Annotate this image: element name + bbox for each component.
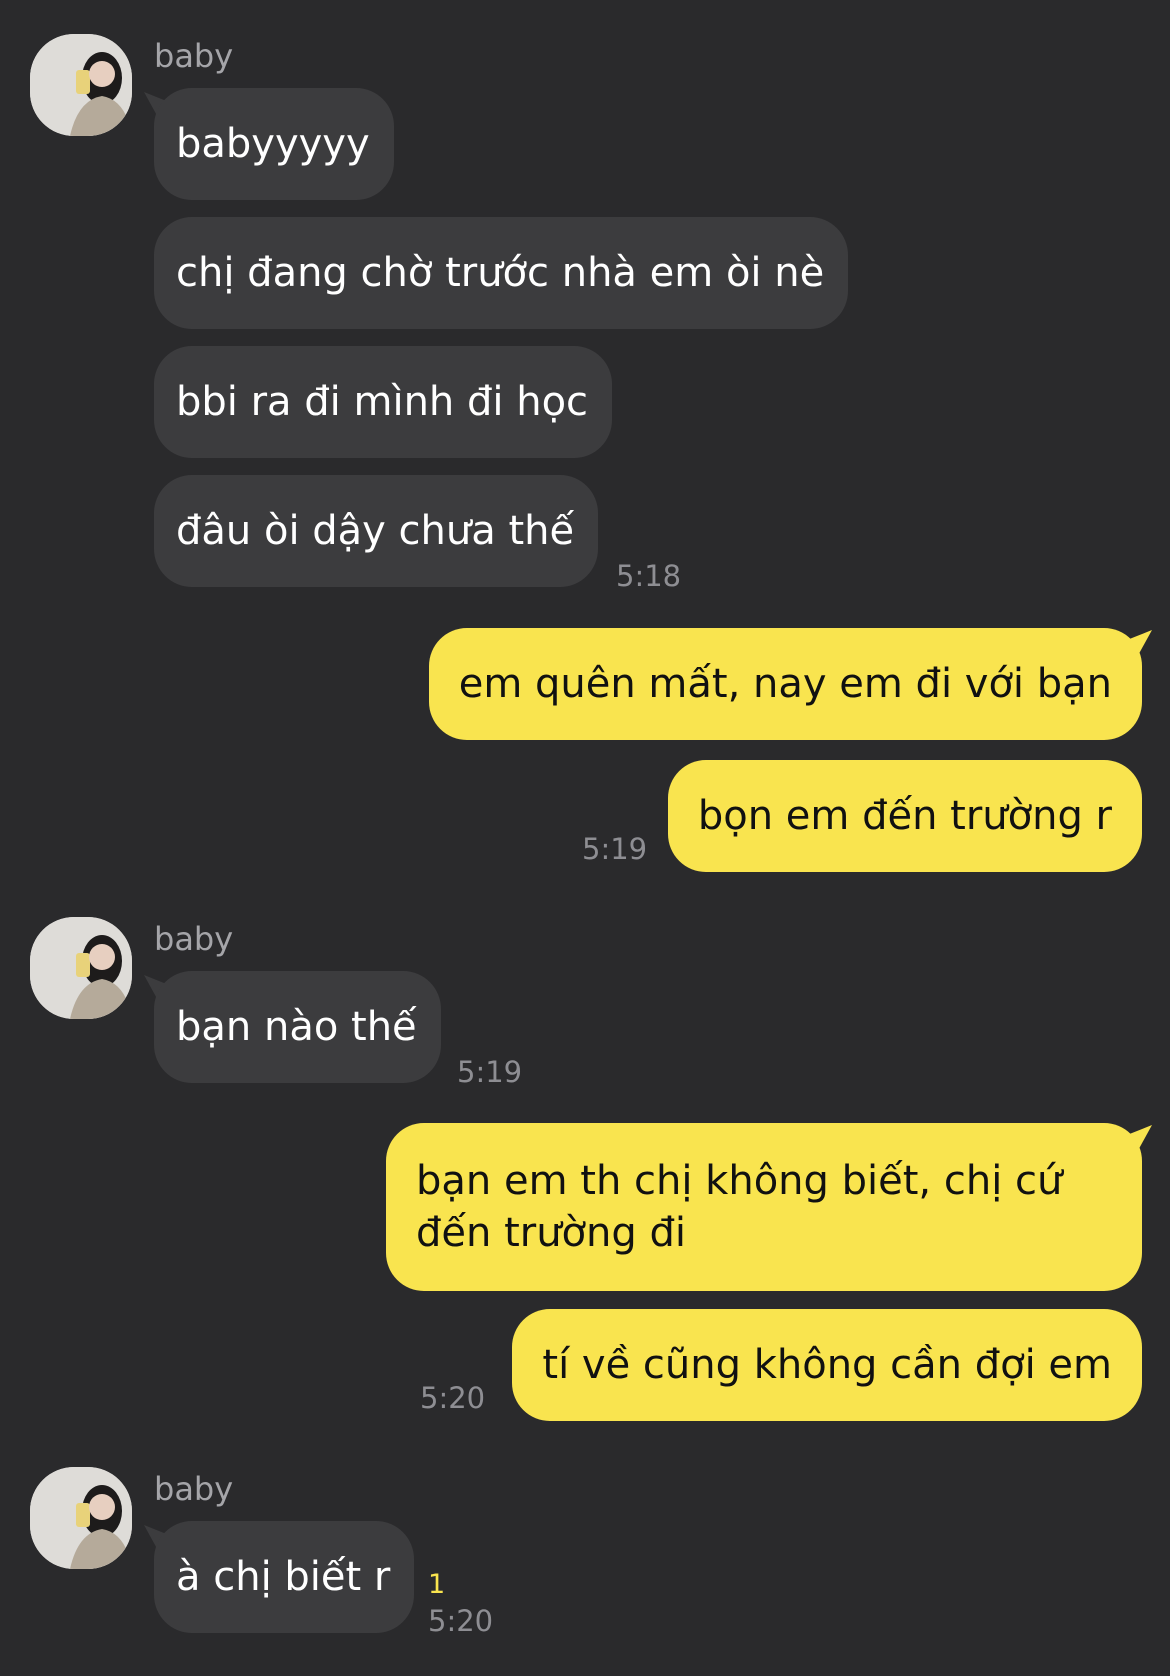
outgoing-message[interactable]: tí về cũng không cần đợi em (512, 1309, 1142, 1421)
sender-name: baby (154, 920, 234, 958)
avatar[interactable] (30, 34, 132, 136)
message-timestamp: 5:18 (616, 559, 682, 593)
incoming-message[interactable]: bạn nào thế (154, 971, 441, 1083)
message-timestamp: 5:19 (582, 832, 648, 866)
sender-name: baby (154, 37, 234, 75)
message-timestamp: 5:20 (428, 1604, 494, 1638)
outgoing-message[interactable]: bọn em đến trường r (667, 760, 1142, 872)
message-timestamp: 5:19 (457, 1055, 523, 1089)
incoming-message[interactable]: đâu òi dậy chưa thế (154, 475, 599, 587)
incoming-message[interactable]: chị đang chờ trước nhà em òi nè (154, 217, 849, 329)
avatar[interactable] (30, 917, 132, 1019)
sender-name: baby (154, 1470, 234, 1508)
unread-count: 1 (428, 1569, 446, 1600)
avatar[interactable] (30, 1467, 132, 1569)
outgoing-message-text: bạn em th chị không biết, chị cứ đến trư… (416, 1158, 1063, 1256)
outgoing-message[interactable]: bạn em th chị không biết, chị cứ đến trư… (386, 1123, 1142, 1291)
outgoing-message[interactable]: em quên mất, nay em đi với bạn (428, 628, 1142, 740)
message-timestamp: 5:20 (420, 1381, 486, 1415)
incoming-message[interactable]: bbi ra đi mình đi học (154, 346, 613, 458)
incoming-message[interactable]: à chị biết r (154, 1521, 415, 1633)
incoming-message[interactable]: babyyyyy (154, 88, 394, 200)
